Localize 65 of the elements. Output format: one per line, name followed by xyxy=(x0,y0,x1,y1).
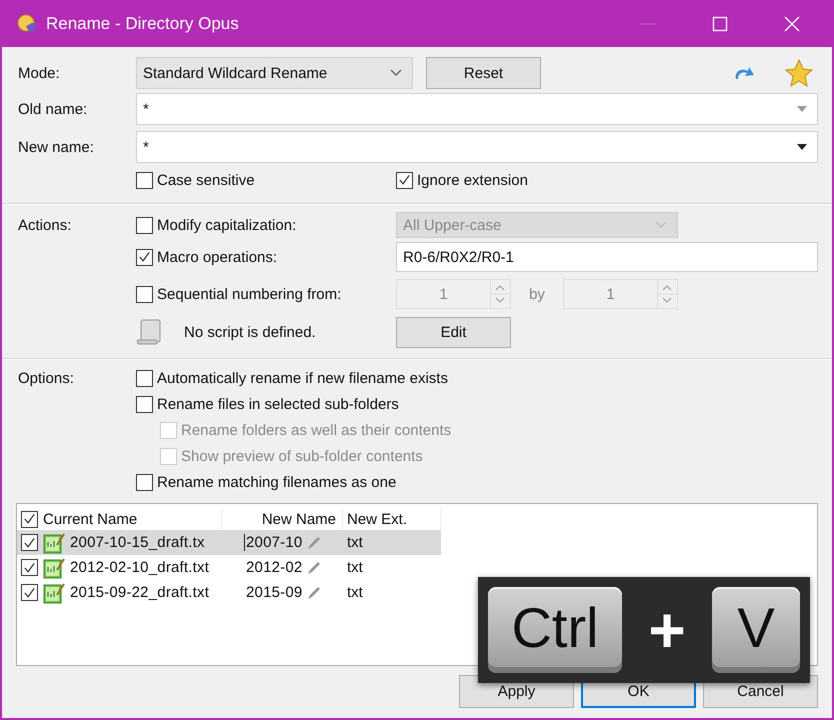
maximize-icon[interactable] xyxy=(712,16,728,32)
file-row[interactable]: 2007-10-15_draft.tx 2007-10 txt xyxy=(17,530,441,555)
current-name: 2015-09-22_draft.txt xyxy=(70,584,210,601)
caret-icon xyxy=(797,144,807,150)
section-label: Options: xyxy=(17,370,75,386)
checkbox-label[interactable]: Automatically rename if new filename exists xyxy=(157,370,448,386)
chevron-down-icon xyxy=(390,69,402,77)
caret-icon xyxy=(797,106,807,112)
checkbox[interactable] xyxy=(136,370,153,386)
checkbox[interactable] xyxy=(21,510,38,528)
current-name: 2007-10-15_draft.tx xyxy=(70,534,205,551)
checkbox-label[interactable]: Modify capitalization: xyxy=(157,216,296,234)
checkbox[interactable] xyxy=(396,172,413,188)
field-label: New name: xyxy=(17,138,95,156)
checkbox[interactable] xyxy=(21,534,38,551)
field-label: Old name: xyxy=(17,100,88,118)
field-label: Mode: xyxy=(17,64,61,82)
checkbox[interactable] xyxy=(136,216,153,234)
window-title: Rename - Directory Opus xyxy=(46,14,239,34)
pencil-icon[interactable] xyxy=(306,560,322,576)
pencil-icon[interactable] xyxy=(306,584,322,600)
file-row[interactable]: 2015-09-22_draft.txt 2015-09 txt xyxy=(17,580,441,605)
edit-button[interactable]: Edit xyxy=(396,316,511,348)
file-icon xyxy=(43,582,65,604)
plus-sign: + xyxy=(647,593,687,667)
checkbox[interactable] xyxy=(136,172,153,188)
checkbox[interactable] xyxy=(21,584,38,601)
script-status: No script is defined. xyxy=(184,324,316,340)
checkbox[interactable] xyxy=(136,474,153,490)
column-header[interactable]: New Name xyxy=(262,510,336,528)
new-name: 2007-10 xyxy=(244,534,302,551)
checkbox-label[interactable]: Rename matching filenames as one xyxy=(157,474,396,490)
old-name-field[interactable]: * xyxy=(136,93,818,125)
checkbox[interactable] xyxy=(21,559,38,576)
checkbox[interactable] xyxy=(136,248,153,266)
close-icon[interactable] xyxy=(784,16,800,32)
new-name: 2015-09 xyxy=(245,584,302,601)
star-icon[interactable] xyxy=(784,58,814,88)
checkbox-label[interactable]: Sequential numbering from: xyxy=(157,286,342,302)
new-extension: txt xyxy=(347,559,363,576)
new-extension: txt xyxy=(347,534,363,551)
column-header[interactable]: New Ext. xyxy=(347,510,408,528)
file-row[interactable]: 2012-02-10_draft.txt 2012-02 txt xyxy=(17,555,441,580)
keyboard-key: Ctrl xyxy=(488,587,622,673)
checkbox[interactable] xyxy=(136,286,153,302)
file-icon xyxy=(43,532,65,554)
checkbox-label[interactable]: Rename files in selected sub-folders xyxy=(157,396,399,412)
current-name: 2012-02-10_draft.txt xyxy=(70,559,210,576)
reset-button[interactable]: Reset xyxy=(426,57,541,89)
keyboard-key: V xyxy=(712,587,800,673)
section-label: Actions: xyxy=(17,216,72,234)
new-extension: txt xyxy=(347,584,363,601)
file-icon xyxy=(43,556,65,578)
new-name-field[interactable]: * xyxy=(136,131,818,163)
by-label: by xyxy=(528,286,546,302)
new-name: 2012-02 xyxy=(245,559,302,576)
mode-dropdown[interactable]: Standard Wildcard Rename xyxy=(136,57,413,89)
chevron-down-icon xyxy=(655,221,667,229)
column-header[interactable]: Current Name xyxy=(43,510,138,528)
macro-field[interactable]: R0-6/R0X2/R0-1 xyxy=(396,242,818,272)
checkbox-label[interactable]: Case sensitive xyxy=(157,172,255,188)
checkbox-label[interactable]: Macro operations: xyxy=(157,248,278,266)
app-icon xyxy=(16,12,38,34)
checkbox[interactable] xyxy=(136,396,153,412)
checkbox-label[interactable]: Ignore extension xyxy=(417,172,528,188)
